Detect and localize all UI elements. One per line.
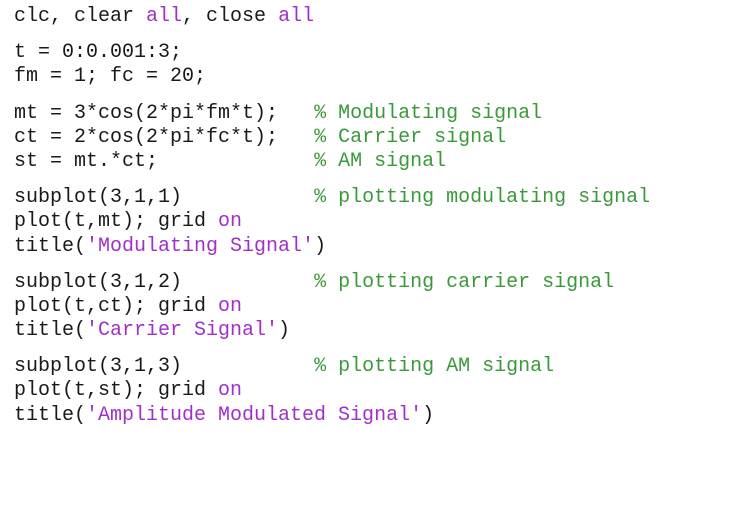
keyword-token: all: [278, 5, 315, 28]
comment-token: % plotting carrier signal: [314, 270, 615, 294]
comment-token: % Carrier signal: [314, 125, 507, 149]
code-token: plot(t,ct); grid: [14, 294, 219, 318]
code-token: plot(t,st); grid: [14, 379, 219, 403]
code-token: st = mt.*ct;: [14, 149, 315, 173]
string-literal: 'Amplitude Modulated Signal': [86, 403, 423, 427]
comment-token: % AM signal: [314, 149, 447, 173]
keyword-token: on: [218, 210, 243, 234]
comment-token: % plotting AM signal: [314, 355, 555, 379]
line-subplot-2[interactable]: subplot(3,1,2) % plotting carrier signal: [14, 271, 733, 295]
code-token: plot(t,mt); grid: [14, 210, 219, 234]
line-ct[interactable]: ct = 2*cos(2*pi*fc*t); % Carrier signal: [14, 126, 733, 150]
line-plot-3[interactable]: plot(t,st); grid on: [14, 379, 733, 403]
line-subplot-1[interactable]: subplot(3,1,1) % plotting modulating sig…: [14, 186, 733, 210]
code-token: title(: [14, 403, 87, 427]
keyword-token: on: [218, 379, 243, 403]
code-token: fm = 1; fc = 20;: [14, 65, 207, 89]
comment-token: % Modulating signal: [314, 101, 543, 125]
code-token: subplot(3,1,3): [14, 355, 315, 379]
line-subplot-3[interactable]: subplot(3,1,3) % plotting AM signal: [14, 355, 733, 379]
code-token: , close: [182, 5, 279, 28]
code-token: clc, clear: [14, 5, 147, 28]
string-literal: 'Carrier Signal': [86, 319, 279, 343]
string-literal: 'Modulating Signal': [86, 234, 315, 258]
line-time[interactable]: t = 0:0.001:3;: [14, 41, 733, 65]
code-editor[interactable]: clc, clear all, close all t = 0:0.001:3; f…: [0, 0, 733, 518]
line-title-3[interactable]: title('Amplitude Modulated Signal'): [14, 404, 733, 428]
line-plot-2[interactable]: plot(t,ct); grid on: [14, 295, 733, 319]
code-token: t = 0:0.001:3;: [14, 41, 183, 65]
line-freq[interactable]: fm = 1; fc = 20;: [14, 65, 733, 89]
line-title-2[interactable]: title('Carrier Signal'): [14, 319, 733, 343]
code-token: ): [422, 403, 435, 427]
line-mt[interactable]: mt = 3*cos(2*pi*fm*t); % Modulating sign…: [14, 102, 733, 126]
line-title-1[interactable]: title('Modulating Signal'): [14, 235, 733, 259]
code-token: ): [314, 234, 327, 258]
line-plot-1[interactable]: plot(t,mt); grid on: [14, 210, 733, 234]
code-token: subplot(3,1,1): [14, 186, 315, 210]
code-token: ): [278, 319, 291, 343]
code-token: title(: [14, 234, 87, 258]
line-st[interactable]: st = mt.*ct; % AM signal: [14, 150, 733, 174]
comment-token: % plotting modulating signal: [314, 186, 651, 210]
code-token: subplot(3,1,2): [14, 270, 315, 294]
keyword-token: all: [146, 5, 183, 28]
code-token: mt = 3*cos(2*pi*fm*t);: [14, 101, 315, 125]
code-token: ct = 2*cos(2*pi*fc*t);: [14, 125, 315, 149]
keyword-token: on: [218, 294, 243, 318]
code-token: title(: [14, 319, 87, 343]
line-clear[interactable]: clc, clear all, close all: [14, 5, 733, 29]
